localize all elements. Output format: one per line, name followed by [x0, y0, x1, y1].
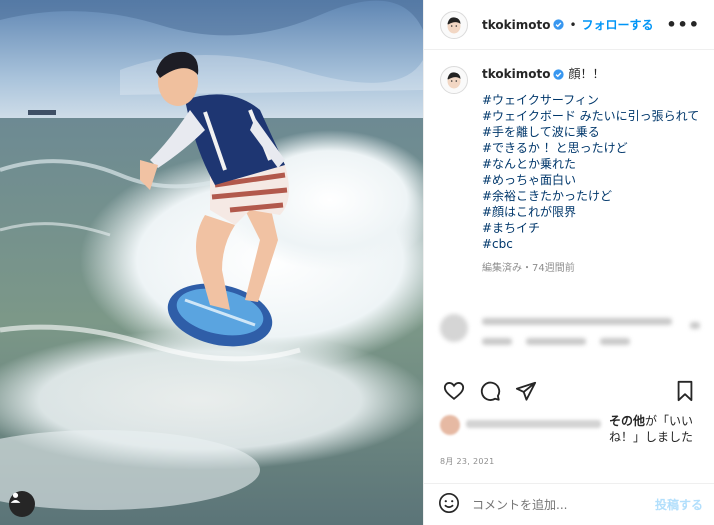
caption-avatar[interactable] — [440, 66, 468, 94]
header-username[interactable]: tkokimoto — [482, 18, 550, 32]
comment-input[interactable] — [472, 497, 642, 512]
bookmark-icon[interactable] — [667, 373, 703, 409]
caption-username[interactable]: tkokimoto — [482, 67, 550, 81]
hashtag-line[interactable]: #余裕こきたかったけど — [482, 188, 700, 204]
hashtag-line[interactable]: #顔はこれが限界 — [482, 204, 700, 220]
post-photo[interactable] — [0, 0, 423, 525]
liker-avatar[interactable] — [440, 415, 460, 435]
paper-plane-icon[interactable] — [508, 373, 544, 409]
avatar[interactable] — [440, 10, 468, 39]
caption-meta: 編集済み・74週間前 — [482, 263, 575, 274]
caption: tkokimoto 顔！！ #ウェイクサーフィン #ウェイクボード みたいに引っ張… — [424, 50, 714, 352]
more-options-icon[interactable]: ••• — [666, 16, 700, 33]
hashtag-line[interactable]: #めっちゃ面白い — [482, 172, 700, 188]
verified-badge-icon — [553, 68, 565, 84]
caption-title: 顔！！ — [568, 67, 605, 81]
likes-summary: その他が「いいね！」しました — [440, 413, 702, 445]
follow-button[interactable]: フォローする — [582, 16, 654, 33]
action-bar — [424, 370, 714, 412]
hashtag-line[interactable]: #ウェイクボード みたいに引っ張られて — [482, 108, 700, 124]
comment-bar: 投稿する — [424, 483, 714, 525]
likes-others-link[interactable]: その他 — [609, 414, 645, 428]
liker-name-blurred — [466, 420, 601, 428]
hashtag-line[interactable]: #できるか ！と思ったけど — [482, 140, 700, 156]
hashtag-list: #ウェイクサーフィン #ウェイクボード みたいに引っ張られて #手を離して波に乗… — [482, 92, 700, 252]
header-separator: • — [569, 17, 577, 32]
tagged-user-icon[interactable] — [9, 491, 35, 517]
emoji-icon[interactable] — [438, 492, 460, 518]
hashtag-line[interactable]: #cbc — [482, 236, 700, 252]
hashtag-line[interactable]: #なんとか乗れた — [482, 156, 700, 172]
heart-icon[interactable] — [436, 373, 472, 409]
hashtag-line[interactable]: #ウェイクサーフィン — [482, 92, 700, 108]
distant-ship — [28, 110, 56, 115]
blurred-comment — [440, 312, 700, 362]
verified-badge-icon — [553, 15, 565, 34]
post-button[interactable]: 投稿する — [655, 496, 703, 513]
hashtag-line[interactable]: #まちイチ — [482, 220, 700, 236]
post-header: tkokimoto • フォローする ••• — [424, 0, 714, 50]
post-sidebar: tkokimoto • フォローする ••• tkokimoto 顔！！ #ウェイ — [423, 0, 714, 525]
hashtag-line[interactable]: #手を離して波に乗る — [482, 124, 700, 140]
comment-bubble-icon[interactable] — [472, 373, 508, 409]
post-date[interactable]: 8月 23, 2021 — [440, 456, 495, 467]
surfing-photo — [0, 0, 423, 525]
